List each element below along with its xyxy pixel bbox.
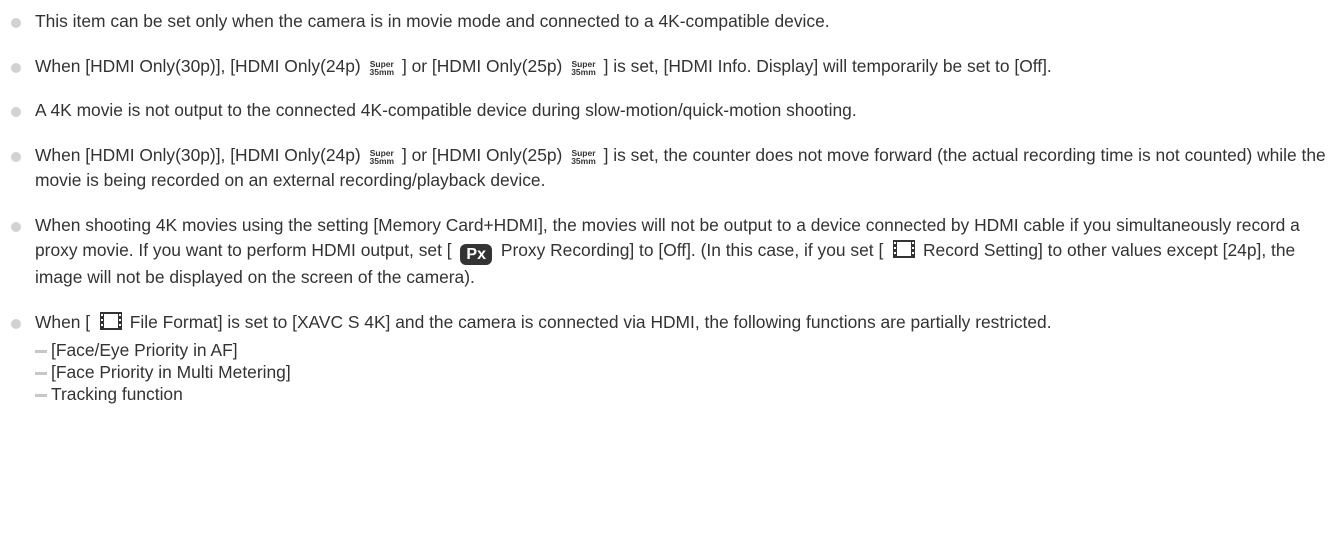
note-text: File Format] is set to [XAVC S 4K] and t… <box>129 311 1052 332</box>
note-text: When [HDMI Only(30p)], [HDMI Only(24p) <box>35 55 361 76</box>
dash-icon <box>35 372 47 375</box>
note-text: When [HDMI Only(30p)], [HDMI Only(24p) <box>35 144 361 165</box>
dash-icon <box>35 394 47 397</box>
film-icon <box>893 240 916 258</box>
bullet-icon <box>11 18 21 28</box>
super35mm-icon: Super 35mm <box>571 58 596 77</box>
super35mm-icon: Super 35mm <box>369 58 395 77</box>
note-item: When shooting 4K movies using the settin… <box>0 213 1337 291</box>
note-text: ] or [HDMI Only(25p) <box>401 144 563 165</box>
note-item: When [HDMI Only(30p)], [HDMI Only(24p) S… <box>0 143 1337 194</box>
bullet-icon <box>11 107 21 117</box>
list-item: Tracking function <box>35 383 1337 405</box>
note-text: ] or [HDMI Only(25p) <box>401 55 563 76</box>
note-text: When [ <box>35 311 91 332</box>
restricted-functions-list: [Face/Eye Priority in AF] [Face Priority… <box>35 339 1337 405</box>
film-icon <box>99 311 122 330</box>
super35mm-icon: Super 35mm <box>571 147 596 166</box>
bullet-icon <box>11 151 21 162</box>
note-text: This item can be set only when the camer… <box>35 11 830 31</box>
note-text: A 4K movie is not output to the connecte… <box>35 100 857 120</box>
notes-list: This item can be set only when the camer… <box>0 0 1337 405</box>
list-item: [Face Priority in Multi Metering] <box>35 361 1337 383</box>
note-text: ] is set, [HDMI Info. Display] will temp… <box>603 55 1052 76</box>
note-item: A 4K movie is not output to the connecte… <box>0 98 1337 124</box>
dash-icon <box>35 350 47 353</box>
note-text: Proxy Recording] to [Off]. (In this case… <box>500 240 884 260</box>
note-item: When [HDMI Only(30p)], [HDMI Only(24p) S… <box>0 54 1337 80</box>
note-item: When [ File Format] is set to [XAVC S 4K… <box>0 310 1337 406</box>
bullet-icon <box>11 62 21 73</box>
note-item: This item can be set only when the camer… <box>0 9 1337 35</box>
list-item: [Face/Eye Priority in AF] <box>35 339 1337 361</box>
bullet-icon <box>11 221 21 232</box>
bullet-icon <box>11 318 21 329</box>
super35mm-icon: Super 35mm <box>369 147 395 166</box>
proxy-icon: Px <box>460 244 492 265</box>
